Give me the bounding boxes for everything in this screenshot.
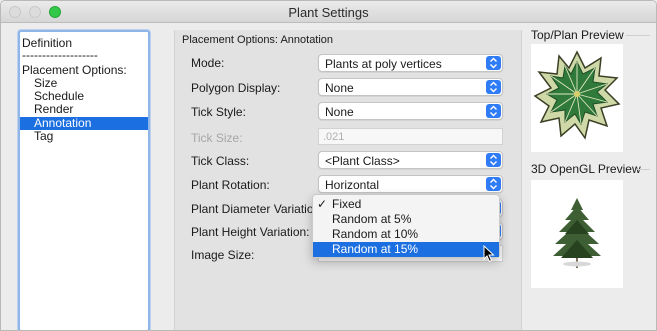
list-item-tag[interactable]: Tag: [20, 130, 148, 143]
tick-class-label: Tick Class:: [191, 154, 250, 168]
menu-item-label: Random at 5%: [332, 212, 412, 226]
top-plan-preview-title: Top/Plan Preview: [531, 28, 624, 42]
mouse-pointer-icon: [483, 245, 495, 263]
updown-arrows-icon: [486, 104, 501, 118]
plant-rotation-popup[interactable]: Horizontal: [318, 175, 503, 193]
menu-item-label: Random at 15%: [332, 242, 419, 256]
mode-value: Plants at poly vertices: [325, 57, 442, 71]
updown-arrows-icon: [486, 56, 501, 70]
menu-item-random-10[interactable]: Random at 10%: [313, 227, 499, 242]
opengl-preview: [531, 180, 623, 288]
polygon-display-label: Polygon Display:: [191, 81, 281, 95]
tick-size-field[interactable]: .021: [318, 128, 503, 145]
menu-item-fixed[interactable]: ✓ Fixed: [313, 197, 499, 212]
tick-size-label: Tick Size:: [191, 131, 243, 145]
polygon-display-popup[interactable]: None: [318, 78, 503, 96]
list-item-placement-options[interactable]: Placement Options:: [20, 64, 148, 77]
divider: [626, 35, 650, 36]
updown-arrows-icon: [486, 80, 501, 94]
plant-height-label: Plant Height Variation:: [191, 225, 310, 239]
updown-arrows-icon: [486, 153, 501, 167]
checkmark-icon: ✓: [317, 197, 328, 211]
opengl-preview-title: 3D OpenGL Preview: [531, 162, 641, 176]
list-separator: -------------------: [22, 49, 98, 62]
window-title: Plant Settings: [288, 5, 369, 20]
menu-item-random-15[interactable]: Random at 15%: [313, 242, 499, 257]
section-title: Placement Options: Annotation: [182, 34, 334, 46]
divider: [637, 169, 650, 170]
top-plan-preview: [531, 44, 623, 152]
mode-popup[interactable]: Plants at poly vertices: [318, 54, 503, 72]
mode-label: Mode:: [191, 56, 225, 70]
polygon-display-value: None: [325, 81, 354, 95]
category-list[interactable]: Definition ------------------- Placement…: [18, 30, 150, 330]
image-size-label: Image Size:: [191, 248, 255, 262]
tick-style-label: Tick Style:: [191, 105, 246, 119]
tick-size-value: .021: [323, 131, 345, 143]
plant-rotation-value: Horizontal: [325, 178, 380, 192]
tick-style-value: None: [325, 105, 354, 119]
list-item-annotation[interactable]: Annotation: [20, 117, 148, 130]
diameter-variation-menu[interactable]: ✓ Fixed Random at 5% Random at 10% Rando…: [312, 194, 500, 258]
menu-item-label: Random at 10%: [332, 227, 419, 241]
list-item-size[interactable]: Size: [20, 77, 148, 90]
tick-class-popup[interactable]: <Plant Class>: [318, 151, 503, 169]
plant-rotation-label: Plant Rotation:: [191, 178, 270, 192]
plant-settings-window: Plant Settings Definition --------------…: [0, 0, 657, 331]
plant-3d-icon: [553, 198, 601, 268]
plant-diameter-label: Plant Diameter Variation: [191, 202, 321, 216]
menu-item-label: Fixed: [332, 197, 362, 211]
list-item-schedule[interactable]: Schedule: [20, 90, 148, 103]
tick-style-popup[interactable]: None: [318, 102, 503, 120]
plant-plan-icon: [533, 50, 621, 140]
list-item-render[interactable]: Render: [20, 103, 148, 116]
updown-arrows-icon: [486, 177, 501, 191]
tick-class-value: <Plant Class>: [325, 154, 400, 168]
menu-item-random-5[interactable]: Random at 5%: [313, 212, 499, 227]
title-bar: Plant Settings: [1, 1, 656, 23]
